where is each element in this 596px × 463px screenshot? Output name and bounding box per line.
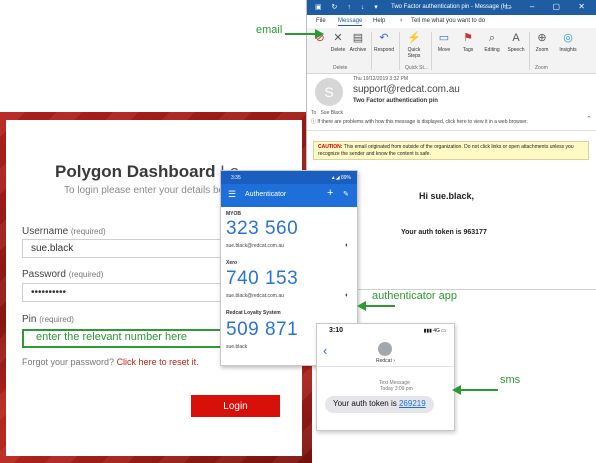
tell-me-box[interactable]: Tell me what you want to do [411,18,485,24]
message-header: S Thu 19/12/2019 3:32 PM support@redcat.… [307,74,596,128]
sms-status: ▮▮▮ 4G ▭ [423,328,446,334]
chevron-up-icon[interactable]: ⌃ [586,115,592,123]
username-label: Username (required) [22,226,106,237]
account-name: Xero [226,260,238,266]
back-chevron-icon[interactable]: ‹ [323,343,327,358]
sms-arrow [452,385,498,395]
caution-banner: CAUTION: This email originated from outs… [313,141,589,160]
authenticator-title: Authenticator [245,191,287,198]
sms-token-link[interactable]: 269219 [399,399,426,408]
message-from[interactable]: support@redcat.com.au [353,84,460,95]
speech-button[interactable]: A Speech [505,31,527,53]
page-title: Polygon Dashboard Lo [55,162,239,181]
greeting: Hi sue.black, [419,191,475,201]
quick-steps-button[interactable]: ⚡ Quick Steps [403,31,425,59]
sms-clock: 3:10 [329,327,344,334]
respond-button[interactable]: ↶ Respond [373,31,395,53]
outlook-titlebar: ▣ ↻ ↑ ↓ ▾ Two Factor authentication pin … [307,0,596,15]
ribbon: ⊘ ✕ Delete ▤ Archive ↶ Respond ⚡ Quick Steps… [307,28,596,74]
menu-help[interactable]: Help [373,18,385,24]
menu-bar: File Message Help ♀ Tell me what you wan… [307,15,596,28]
status-bar: 3:35 ▲◢ 89% [221,171,357,184]
account-email: sue.black@redcat.com.au [226,243,284,249]
insights-icon: ◎ [563,32,573,44]
add-icon[interactable]: + [327,187,333,199]
sms-timestamp: Today 3:09 pm [380,386,413,392]
sms-screen: 3:10 ▮▮▮ 4G ▭ ‹ Redcat › Text Message To… [316,323,455,431]
reset-password-link[interactable]: Click here to reset it. [117,357,199,367]
forgot-password: Forgot your password? Click here to rese… [22,357,199,367]
account-code[interactable]: 509 871 [226,319,298,341]
sms-annotation: sms [500,374,521,386]
account-email: sue.black@redcat.com.au [226,293,284,299]
authenticator-app-bar: ☰ Authenticator + ✎ [221,184,357,207]
archive-icon: ▤ [352,32,364,44]
lightning-icon: ⚡ [407,32,421,44]
zoom-icon: ⊕ [537,32,547,44]
avatar: S [315,78,343,106]
speech-icon: A [512,32,520,44]
account-name: Redcat Loyalty System [226,310,281,316]
account-email: sue.black [226,344,248,350]
sms-bubble: Your auth token is 269219 [325,396,434,413]
group-quick-label: Quick St... [405,65,429,71]
timer-icon: ◐ [345,242,350,249]
window-controls[interactable]: ▭ – ▢ ✕ [504,2,593,11]
move-button[interactable]: ▭ Move [433,31,455,53]
password-label: Password (required) [22,269,104,280]
archive-button[interactable]: ▤ Archive [347,31,369,53]
tags-button[interactable]: ⚑ Tags [457,31,479,53]
quick-access-icons[interactable]: ▣ ↻ ↑ ↓ ▾ [315,3,382,11]
group-zoom-label: Zoom [535,65,548,71]
insights-button[interactable]: ◎ Insights [557,31,579,53]
message-date: Thu 19/12/2019 3:32 PM [353,76,409,82]
login-button[interactable]: Login [191,395,280,417]
zoom-button[interactable]: ⊕ Zoom [531,31,553,53]
login-subtitle: To login please enter your details be [64,185,225,196]
window-title: Two Factor authentication pin - Message … [391,4,513,10]
email-token: Your auth token is 963177 [401,229,487,236]
message-to: To Sue Black [311,110,343,116]
contact-name[interactable]: Redcat › [376,358,395,364]
delete-icon: ✕ [333,32,343,44]
authenticator-arrow [357,301,395,311]
edit-icon[interactable]: ✎ [343,190,349,198]
menu-file[interactable]: File [316,18,326,24]
flag-icon: ⚑ [463,32,473,44]
group-delete-label: Delete [333,65,348,71]
info-bar[interactable]: ⓘ If there are problems with how this me… [311,118,528,125]
pin-hint: enter the relevant number here [36,331,188,343]
hamburger-icon[interactable]: ☰ [228,189,236,200]
search-icon: ⌕ [488,32,496,44]
timer-icon: ◐ [345,292,350,299]
email-arrow [285,29,324,39]
reply-icon: ↶ [379,32,389,44]
account-code[interactable]: 740 153 [226,268,298,290]
pin-label: Pin (required) [22,314,74,325]
account-code[interactable]: 323 560 [226,218,298,240]
message-subject: Two Factor authentication pin [353,98,438,104]
editing-button[interactable]: ⌕ Editing [481,31,503,53]
delete-button[interactable]: ✕ Delete [327,31,349,53]
menu-message[interactable]: Message [338,18,363,26]
account-name: MYOB [226,211,241,217]
lightbulb-icon: ♀ [399,18,404,24]
move-icon: ▭ [438,32,450,44]
contact-avatar[interactable] [378,342,392,356]
email-annotation: email [256,24,283,36]
